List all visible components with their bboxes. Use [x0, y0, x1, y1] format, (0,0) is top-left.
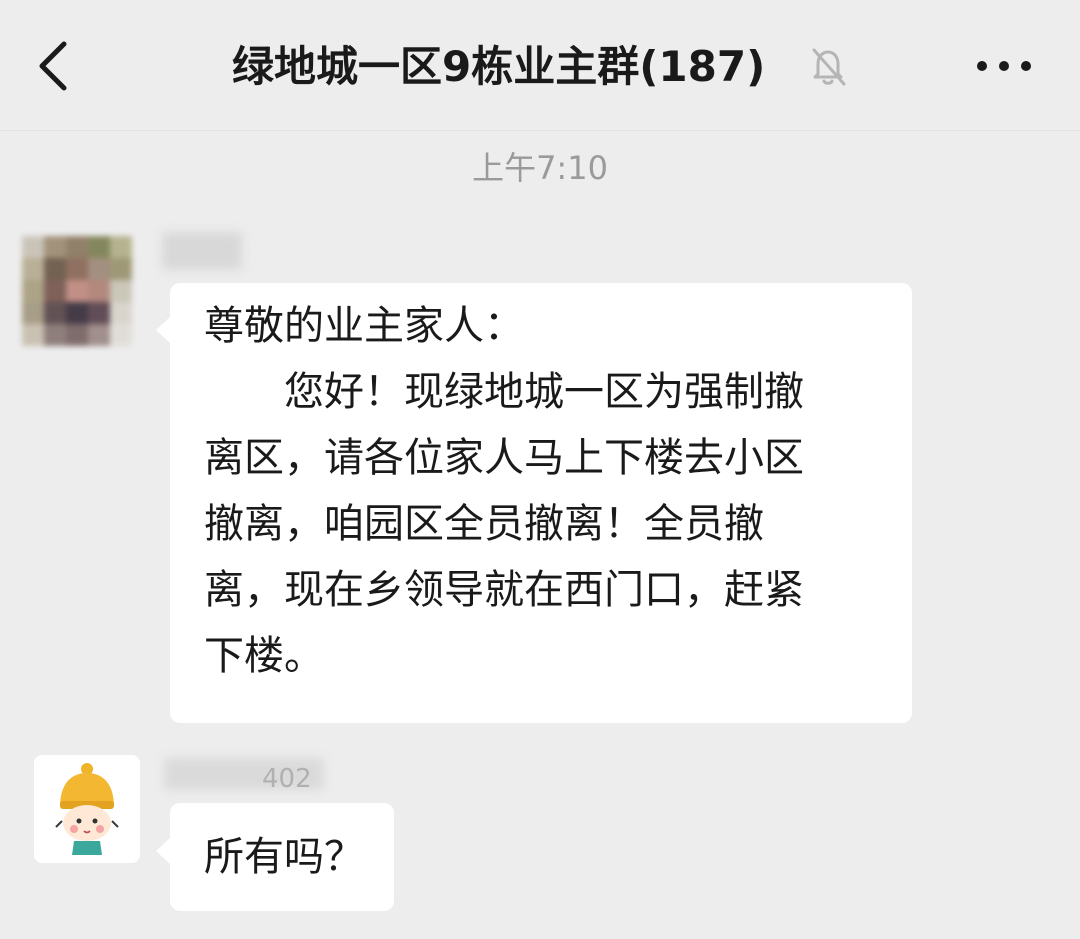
bell-off-icon — [806, 44, 850, 88]
message-line: 下楼。 — [204, 633, 324, 679]
chat-header: 绿地城一区9栋业主群(187) — [0, 0, 1080, 131]
back-button[interactable] — [30, 38, 80, 94]
message-line: 撤离，咱园区全员撤离！全员撤 — [204, 501, 764, 547]
sender-name-partial: 402 — [262, 764, 312, 794]
bubble-tail — [156, 316, 171, 344]
bubble-tail — [156, 837, 171, 865]
message-bubble[interactable]: 所有吗？ — [170, 803, 394, 911]
cartoon-girl-avatar-icon — [55, 763, 119, 855]
sender-avatar[interactable] — [22, 236, 144, 358]
sender-name-blurred — [162, 232, 242, 270]
more-button[interactable] — [972, 44, 1036, 88]
message-timestamp: 上午7:10 — [472, 149, 608, 187]
sender-avatar[interactable] — [34, 755, 140, 863]
message-line: 离，现在乡领导就在西门口，赶紧 — [204, 567, 804, 613]
message-line: 尊敬的业主家人： — [204, 303, 524, 349]
more-dots-icon — [977, 61, 1031, 71]
chat-title[interactable]: 绿地城一区9栋业主群(187) — [232, 38, 765, 96]
message-bubble[interactable]: 尊敬的业主家人： 您好！现绿地城一区为强制撤 离区，请各位家人马上下楼去小区 撤… — [170, 283, 912, 723]
message-line: 您好！现绿地城一区为强制撤 — [204, 369, 804, 415]
message-line: 离区，请各位家人马上下楼去小区 — [204, 435, 804, 481]
chevron-left-icon — [39, 41, 67, 91]
message-line: 所有吗？ — [204, 834, 364, 880]
